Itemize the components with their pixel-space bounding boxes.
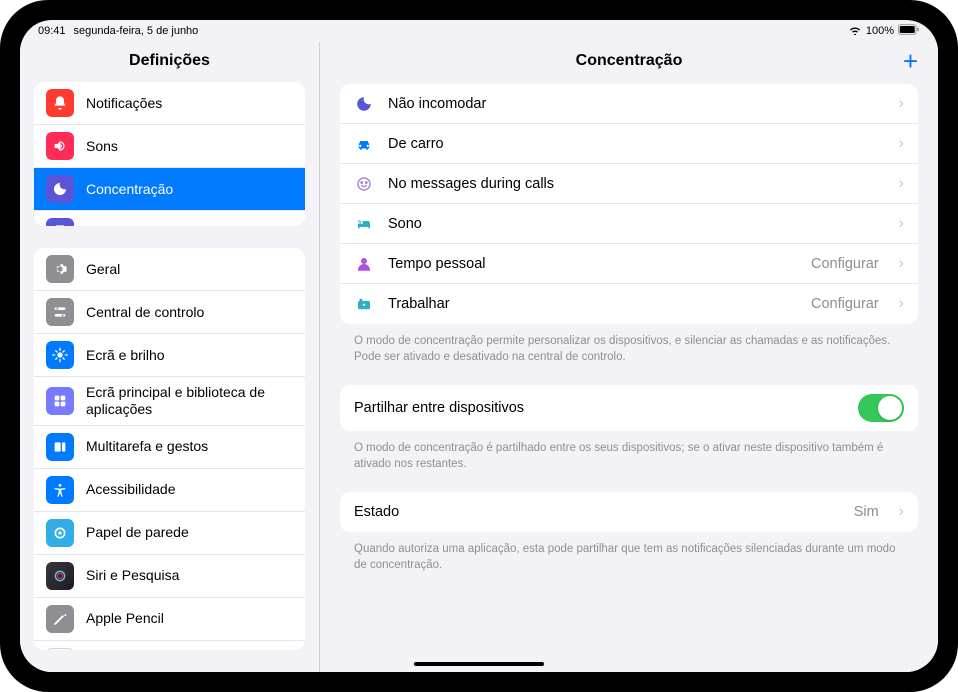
- row-label: Sono: [388, 216, 879, 232]
- sidebar-item-accessibility[interactable]: Acessibilidade: [34, 469, 305, 512]
- row-label: Estado: [354, 504, 840, 520]
- modes-footer: O modo de concentração permite personali…: [340, 330, 918, 385]
- row-label: Tempo pessoal: [388, 256, 797, 272]
- sidebar-item-label: Central de controlo: [86, 304, 204, 321]
- row-label: Não incomodar: [388, 96, 879, 112]
- sidebar-title: Definições: [20, 42, 319, 82]
- row-label: Partilhar entre dispositivos: [354, 400, 844, 416]
- share-group: Partilhar entre dispositivos: [340, 385, 918, 431]
- sidebar-item-label: Ecrã principal e biblioteca de aplicaçõe…: [86, 384, 293, 418]
- row-label: No messages during calls: [388, 176, 879, 192]
- sidebar-item-focus[interactable]: Concentração: [34, 168, 305, 211]
- battery-percent: 100%: [866, 25, 894, 37]
- chevron-right-icon: ›: [899, 295, 904, 313]
- status-time: 09:41: [38, 25, 66, 37]
- home-indicator[interactable]: [414, 662, 544, 666]
- focus-mode-dnd[interactable]: Não incomodar ›: [340, 84, 918, 124]
- sidebar-item-label: Papel de parede: [86, 524, 189, 541]
- grid-icon: [46, 387, 74, 415]
- sidebar-item-controlcenter[interactable]: Central de controlo: [34, 291, 305, 334]
- car-icon: [354, 134, 374, 154]
- sidebar-item-label: Concentração: [86, 181, 173, 198]
- chevron-right-icon: ›: [899, 135, 904, 153]
- chevron-right-icon: ›: [899, 255, 904, 273]
- siri-icon: [46, 562, 74, 590]
- focus-status-row[interactable]: Estado Sim ›: [340, 492, 918, 532]
- smiley-icon: [354, 174, 374, 194]
- sidebar-item-label: Tempo de ecrã: [86, 224, 179, 226]
- share-toggle[interactable]: [858, 394, 904, 422]
- chevron-right-icon: ›: [899, 503, 904, 521]
- wifi-icon: [848, 25, 862, 38]
- focus-mode-personal[interactable]: Tempo pessoal Configurar ›: [340, 244, 918, 284]
- row-trail: Configurar: [811, 256, 879, 272]
- detail-title: Concentração: [576, 52, 683, 70]
- focus-mode-custom[interactable]: No messages during calls ›: [340, 164, 918, 204]
- sidebar-item-siri[interactable]: Siri e Pesquisa: [34, 555, 305, 598]
- sidebar-group-1: Notificações Sons Concentração: [34, 82, 305, 226]
- sidebar-item-screentime[interactable]: Tempo de ecrã: [34, 211, 305, 226]
- wallpaper-icon: [46, 519, 74, 547]
- sidebar-item-label: Sons: [86, 138, 118, 155]
- status-date: segunda-feira, 5 de junho: [74, 25, 199, 37]
- row-label: Trabalhar: [388, 296, 797, 312]
- detail-header: Concentração +: [320, 42, 938, 84]
- moon-icon: [46, 175, 74, 203]
- bed-icon: [354, 214, 374, 234]
- moon-icon: [354, 94, 374, 114]
- sidebar-item-homescreen[interactable]: Ecrã principal e biblioteca de aplicaçõe…: [34, 377, 305, 426]
- sidebar-item-display[interactable]: Ecrã e brilho: [34, 334, 305, 377]
- screen: 09:41 segunda-feira, 5 de junho 100% Def…: [20, 20, 938, 672]
- sidebar-item-touchid[interactable]: Touch ID e código: [34, 641, 305, 650]
- sidebar-item-label: Multitarefa e gestos: [86, 438, 208, 455]
- sidebar-item-notifications[interactable]: Notificações: [34, 82, 305, 125]
- chevron-right-icon: ›: [899, 215, 904, 233]
- sidebar-item-label: Acessibilidade: [86, 481, 176, 498]
- chevron-right-icon: ›: [899, 95, 904, 113]
- focus-mode-driving[interactable]: De carro ›: [340, 124, 918, 164]
- fingerprint-icon: [46, 648, 74, 650]
- device-frame: 09:41 segunda-feira, 5 de junho 100% Def…: [0, 0, 958, 692]
- multitask-icon: [46, 433, 74, 461]
- person-icon: [354, 254, 374, 274]
- sidebar-group-2: Geral Central de controlo Ecrã e brilho: [34, 248, 305, 650]
- brightness-icon: [46, 341, 74, 369]
- sidebar-item-label: Geral: [86, 261, 120, 278]
- row-trail: Configurar: [811, 296, 879, 312]
- sidebar-item-pencil[interactable]: Apple Pencil: [34, 598, 305, 641]
- row-trail: Sim: [854, 504, 879, 520]
- status-footer: Quando autoriza uma aplicação, esta pode…: [340, 538, 918, 593]
- status-bar: 09:41 segunda-feira, 5 de junho 100%: [20, 20, 938, 42]
- sidebar-item-label: Apple Pencil: [86, 610, 164, 627]
- focus-mode-work[interactable]: Trabalhar Configurar ›: [340, 284, 918, 324]
- bell-icon: [46, 89, 74, 117]
- sidebar-item-wallpaper[interactable]: Papel de parede: [34, 512, 305, 555]
- chevron-right-icon: ›: [899, 175, 904, 193]
- sidebar-item-sounds[interactable]: Sons: [34, 125, 305, 168]
- main-container: Definições Notificações Sons: [20, 42, 938, 672]
- speaker-icon: [46, 132, 74, 160]
- status-group: Estado Sim ›: [340, 492, 918, 532]
- focus-modes-list: Não incomodar › De carro ›: [340, 84, 918, 324]
- sidebar-item-general[interactable]: Geral: [34, 248, 305, 291]
- sidebar-item-label: Ecrã e brilho: [86, 347, 165, 364]
- briefcase-icon: [354, 294, 374, 314]
- focus-mode-sleep[interactable]: Sono ›: [340, 204, 918, 244]
- pencil-icon: [46, 605, 74, 633]
- sidebar-item-label: Notificações: [86, 95, 162, 112]
- sidebar-item-label: Siri e Pesquisa: [86, 567, 179, 584]
- share-footer: O modo de concentração é partilhado entr…: [340, 437, 918, 492]
- gear-icon: [46, 255, 74, 283]
- switches-icon: [46, 298, 74, 326]
- battery-icon: [898, 24, 920, 38]
- sidebar-item-multitasking[interactable]: Multitarefa e gestos: [34, 426, 305, 469]
- sidebar: Definições Notificações Sons: [20, 42, 320, 672]
- add-focus-button[interactable]: +: [903, 48, 918, 74]
- hourglass-icon: [46, 218, 74, 226]
- detail-pane: Concentração + Não incomodar ›: [320, 42, 938, 672]
- row-label: De carro: [388, 136, 879, 152]
- share-across-devices-row: Partilhar entre dispositivos: [340, 385, 918, 431]
- accessibility-icon: [46, 476, 74, 504]
